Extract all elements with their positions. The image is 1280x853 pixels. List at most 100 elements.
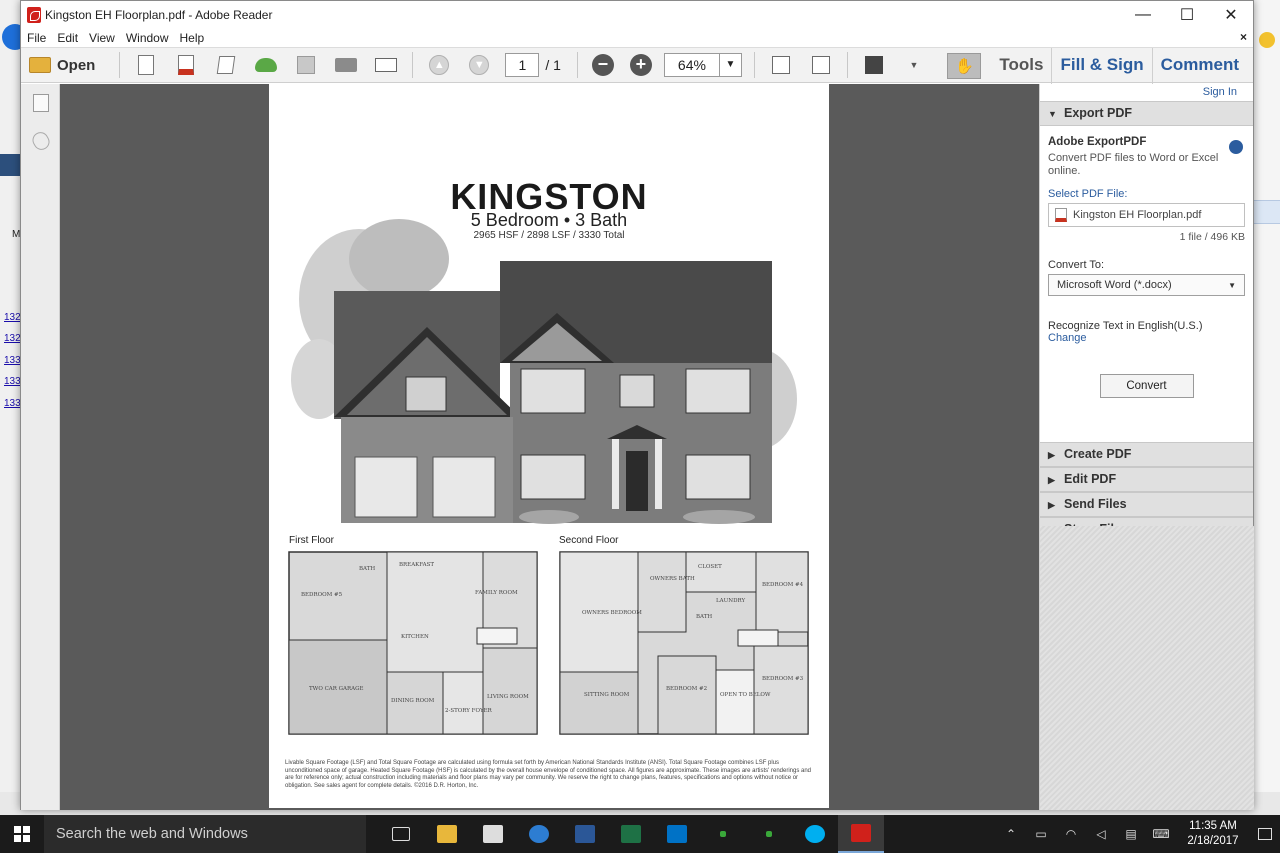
first-floor-plan: BEDROOM #5 BATH BREAKFAST FAMILY ROOM KI… — [288, 551, 538, 735]
file-size: 1 file / 496 KB — [1179, 231, 1245, 243]
tab-fill-sign[interactable]: Fill & Sign — [1051, 48, 1151, 84]
wifi-icon[interactable]: ◠ — [1056, 827, 1086, 841]
room-label: BEDROOM #2 — [666, 686, 707, 692]
attachments-icon[interactable] — [29, 129, 53, 153]
hand-tool-button[interactable]: ✋ — [947, 53, 982, 79]
menu-help[interactable]: Help — [180, 31, 212, 45]
tab-tools[interactable]: Tools — [991, 48, 1051, 84]
export-description: Convert PDF files to Word or Excel onlin… — [1048, 152, 1219, 177]
open-label: Open — [57, 56, 96, 74]
toolbar: Open ▲ ▼ 1 / 1 − + 64% ▼ ▼ ✋ Tools Fill … — [21, 47, 1253, 84]
print-icon — [335, 58, 358, 72]
background-link[interactable]: 133 — [4, 376, 21, 387]
action-center-icon[interactable]: ▤ — [1116, 827, 1146, 841]
convert-to-select[interactable]: Microsoft Word (*.docx) ▼ — [1048, 274, 1245, 296]
chevron-up-icon[interactable]: ⌃ — [996, 827, 1026, 841]
export-pdf-button[interactable] — [166, 50, 206, 80]
create-pdf-panel-header[interactable]: ▶ Create PDF — [1040, 442, 1253, 467]
edit-pdf-panel-header[interactable]: ▶ Edit PDF — [1040, 467, 1253, 492]
page-thumbnails-icon[interactable] — [33, 94, 49, 112]
clock[interactable]: 11:35 AM 2/18/2017 — [1176, 819, 1250, 849]
selected-file-field[interactable]: Kingston EH Floorplan.pdf — [1048, 203, 1245, 227]
notification-icon — [1258, 828, 1272, 840]
zoom-in-button[interactable]: + — [629, 54, 652, 76]
send-files-panel-header[interactable]: ▶ Send Files — [1040, 492, 1253, 517]
document-area[interactable]: KINGSTON 5 Bedroom • 3 Bath 2965 HSF / 2… — [60, 84, 1039, 810]
print-button[interactable] — [326, 50, 366, 80]
taskbar: Search the web and Windows ⌃ ▭ ◠ ◁ ▤ ⌨ 1… — [0, 815, 1280, 853]
export-pdf-header-label: Export PDF — [1064, 106, 1133, 120]
volume-icon[interactable]: ◁ — [1086, 827, 1116, 841]
notifications-button[interactable] — [1250, 815, 1280, 853]
navigation-pane — [21, 84, 60, 810]
background-link[interactable]: 132 — [4, 333, 21, 344]
convert-button[interactable]: Convert — [1099, 374, 1194, 398]
open-button[interactable]: Open — [29, 57, 95, 74]
room-label: BATH — [359, 566, 375, 572]
background-link[interactable]: 132 — [4, 312, 21, 323]
keyboard-icon[interactable]: ⌨ — [1146, 827, 1176, 841]
previous-page-button[interactable]: ▲ — [419, 50, 459, 80]
export-pdf-panel-header[interactable]: ▼ Export PDF — [1040, 101, 1253, 126]
skype-button[interactable] — [792, 815, 838, 853]
folder-icon — [29, 57, 51, 73]
change-language-link[interactable]: Change — [1048, 332, 1245, 344]
close-button[interactable]: ✕ — [1209, 1, 1253, 29]
save-button[interactable] — [286, 50, 326, 80]
background-link[interactable]: 133 — [4, 355, 21, 366]
smiley-icon[interactable] — [1259, 32, 1275, 48]
next-page-button[interactable]: ▼ — [459, 50, 499, 80]
upload-button[interactable] — [246, 50, 286, 80]
zoom-out-button[interactable]: − — [591, 54, 614, 76]
full-screen-button[interactable] — [854, 50, 894, 80]
caret-right-icon: ▶ — [1048, 450, 1055, 460]
fit-page-icon — [811, 56, 830, 74]
clock-date: 2/18/2017 — [1187, 835, 1239, 847]
excel-button[interactable] — [608, 815, 654, 853]
background-link[interactable]: 133 — [4, 398, 21, 409]
cloud-upload-icon — [255, 58, 278, 72]
chevron-down-icon: ▼ — [1228, 280, 1236, 290]
tools-pane: Sign In ▼ Export PDF Adobe ExportPDF Conv… — [1039, 84, 1254, 810]
export-pdf-icon — [178, 55, 195, 75]
convert-to-label: Convert To: — [1048, 259, 1105, 271]
email-button[interactable] — [366, 50, 406, 80]
adobe-reader-taskbar-button[interactable] — [838, 815, 884, 853]
zoom-level-input[interactable]: 64% — [663, 53, 720, 77]
customize-toolbar-button[interactable]: ▼ — [894, 50, 934, 80]
edit-pdf-button[interactable] — [206, 50, 246, 80]
zoom-dropdown-button[interactable]: ▼ — [719, 53, 742, 77]
minimize-button[interactable]: — — [1121, 1, 1165, 29]
green-app-button[interactable] — [746, 815, 792, 853]
title-bar[interactable]: Kingston EH Floorplan.pdf - Adobe Reader… — [21, 1, 1253, 29]
sign-in-link[interactable]: Sign In — [1040, 84, 1253, 101]
battery-icon[interactable]: ▭ — [1026, 827, 1056, 841]
info-icon[interactable] — [1229, 140, 1243, 154]
word-button[interactable] — [562, 815, 608, 853]
background-bar — [1254, 200, 1280, 224]
start-button[interactable] — [0, 815, 44, 853]
create-pdf-button[interactable] — [126, 50, 166, 80]
menu-edit[interactable]: Edit — [57, 31, 85, 45]
menu-window[interactable]: Window — [126, 31, 176, 45]
task-view-button[interactable] — [378, 815, 424, 853]
tab-comment[interactable]: Comment — [1151, 48, 1247, 84]
task-view-icon — [392, 827, 410, 841]
maximize-button[interactable]: ☐ — [1165, 1, 1209, 29]
menu-view[interactable]: View — [89, 31, 122, 45]
caret-right-icon: ▶ — [1048, 500, 1055, 510]
taskbar-search-box[interactable]: Search the web and Windows — [44, 815, 366, 853]
close-document-button[interactable]: × — [1240, 30, 1247, 44]
edge-button[interactable] — [516, 815, 562, 853]
menu-file[interactable]: File — [27, 31, 53, 45]
outlook-button[interactable] — [654, 815, 700, 853]
fit-page-button[interactable] — [801, 50, 841, 80]
room-label: BEDROOM #3 — [762, 676, 804, 682]
scrolling-mode-button[interactable] — [761, 50, 801, 80]
page-number-input[interactable]: 1 — [505, 53, 540, 77]
file-explorer-button[interactable] — [424, 815, 470, 853]
green-app-button[interactable] — [700, 815, 746, 853]
store-button[interactable] — [470, 815, 516, 853]
background-tab[interactable] — [0, 154, 22, 176]
app-icon — [720, 831, 726, 837]
